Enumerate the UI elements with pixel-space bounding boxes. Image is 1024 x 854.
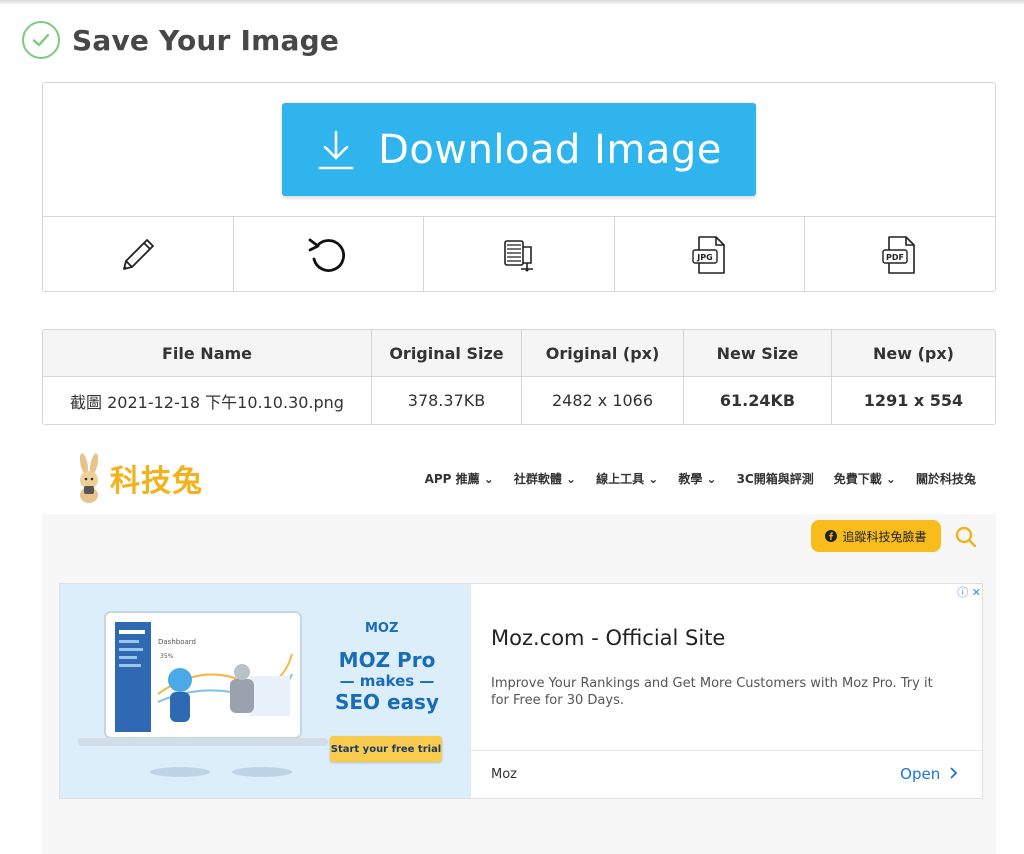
nav-item[interactable]: 社群軟體 ⌄: [514, 470, 576, 487]
ad-banner-image: Dashboard 35% MOZ MOZ Pro — makes — SEO …: [60, 584, 471, 798]
compress-icon: [504, 239, 533, 271]
cell-new-px: 1291 x 554: [832, 377, 995, 424]
image-preview: 科技兔 APP 推薦 ⌄ 社群軟體 ⌄ 線上工具 ⌄ 教學 ⌄ 3C開箱與評測 …: [42, 440, 996, 854]
nav-item[interactable]: 3C開箱與評測: [737, 470, 814, 487]
facebook-icon: [825, 530, 838, 542]
tagline-line2: — makes —: [339, 672, 435, 690]
header-original-size: Original Size: [372, 330, 522, 377]
ad-open-label: Open: [900, 765, 941, 783]
header-new-size: New Size: [684, 330, 832, 377]
ad-text-panel: ⓘ ✕ Moz.com - Official Site Improve Your…: [471, 584, 982, 798]
save-panel: Download Image JPG PDF: [42, 82, 996, 292]
site-logo: 科技兔: [74, 452, 203, 504]
jpg-file-icon: JPG: [691, 235, 725, 274]
follow-facebook-label: 追蹤科技兔臉書: [842, 529, 927, 544]
ad-description: Improve Your Rankings and Get More Custo…: [491, 676, 933, 708]
nav-item[interactable]: 免費下載 ⌄: [834, 470, 896, 487]
search-icon: [955, 526, 977, 548]
rotate-icon: [308, 238, 346, 272]
nav-item[interactable]: 關於科技兔: [916, 470, 976, 487]
free-trial-button[interactable]: Start your free trial: [330, 736, 442, 762]
table-row: 截圖 2021-12-18 下午10.10.30.png 378.37KB 24…: [43, 377, 995, 424]
pdf-label: PDF: [886, 253, 904, 262]
edit-button[interactable]: [43, 217, 234, 292]
download-image-button[interactable]: Download Image: [282, 103, 756, 196]
site-nav: APP 推薦 ⌄ 社群軟體 ⌄ 線上工具 ⌄ 教學 ⌄ 3C開箱與評測 免費下載…: [425, 470, 976, 487]
nav-item[interactable]: 線上工具 ⌄: [596, 470, 658, 487]
tagline-line1: MOZ Pro: [338, 648, 436, 672]
advertisement[interactable]: Dashboard 35% MOZ MOZ Pro — makes — SEO …: [59, 583, 983, 799]
header-file-name: File Name: [43, 330, 372, 377]
preview-site-header: 科技兔 APP 推薦 ⌄ 社群軟體 ⌄ 線上工具 ⌄ 教學 ⌄ 3C開箱與評測 …: [42, 440, 996, 514]
table-header-row: File Name Original Size Original (px) Ne…: [43, 330, 995, 377]
cell-new-size: 61.24KB: [684, 377, 832, 424]
compress-button[interactable]: [424, 217, 615, 292]
nav-item[interactable]: 教學 ⌄: [678, 470, 716, 487]
tagline-line3: SEO easy: [334, 690, 440, 714]
laptop-illustration: Dashboard 35%: [78, 611, 328, 777]
nav-item[interactable]: APP 推薦 ⌄: [425, 470, 494, 487]
moz-tagline: MOZ Pro — makes — SEO easy: [332, 648, 442, 714]
top-divider: [0, 0, 1024, 4]
moz-logo: MOZ: [365, 621, 399, 636]
chevron-right-icon: [950, 767, 958, 779]
ad-choices-icon[interactable]: ⓘ ✕: [957, 584, 981, 600]
ad-brand: Moz: [491, 767, 517, 782]
convert-jpg-button[interactable]: JPG: [615, 217, 806, 292]
rabbit-mascot-icon: [79, 453, 99, 503]
dashboard-percent: 35%: [160, 653, 174, 660]
cell-original-size: 378.37KB: [372, 377, 522, 424]
cell-original-px: 2482 x 1066: [522, 377, 684, 424]
ad-open-link[interactable]: Open: [900, 765, 959, 783]
cell-file-name: 截圖 2021-12-18 下午10.10.30.png: [43, 377, 372, 424]
tool-bar: JPG PDF: [43, 216, 995, 292]
header-original-px: Original (px): [522, 330, 684, 377]
header-new-px: New (px): [832, 330, 995, 377]
ad-footer: Moz Open: [471, 750, 982, 798]
jpg-label: JPG: [696, 253, 712, 262]
ad-title[interactable]: Moz.com - Official Site: [491, 626, 725, 650]
pencil-icon: [122, 238, 154, 270]
logo-text: 科技兔: [110, 464, 203, 499]
dashboard-label: Dashboard: [158, 638, 196, 646]
file-info-table: File Name Original Size Original (px) Ne…: [42, 329, 996, 425]
search-button[interactable]: [954, 525, 978, 553]
check-circle-icon: [22, 21, 60, 59]
page-header: Save Your Image: [22, 20, 339, 60]
convert-pdf-button[interactable]: PDF: [805, 217, 995, 292]
pdf-file-icon: PDF: [882, 235, 915, 274]
download-label: Download Image: [378, 126, 722, 173]
rotate-button[interactable]: [234, 217, 425, 292]
page-title: Save Your Image: [72, 23, 340, 57]
follow-facebook-button[interactable]: 追蹤科技兔臉書: [811, 520, 941, 552]
download-icon: [318, 130, 354, 169]
